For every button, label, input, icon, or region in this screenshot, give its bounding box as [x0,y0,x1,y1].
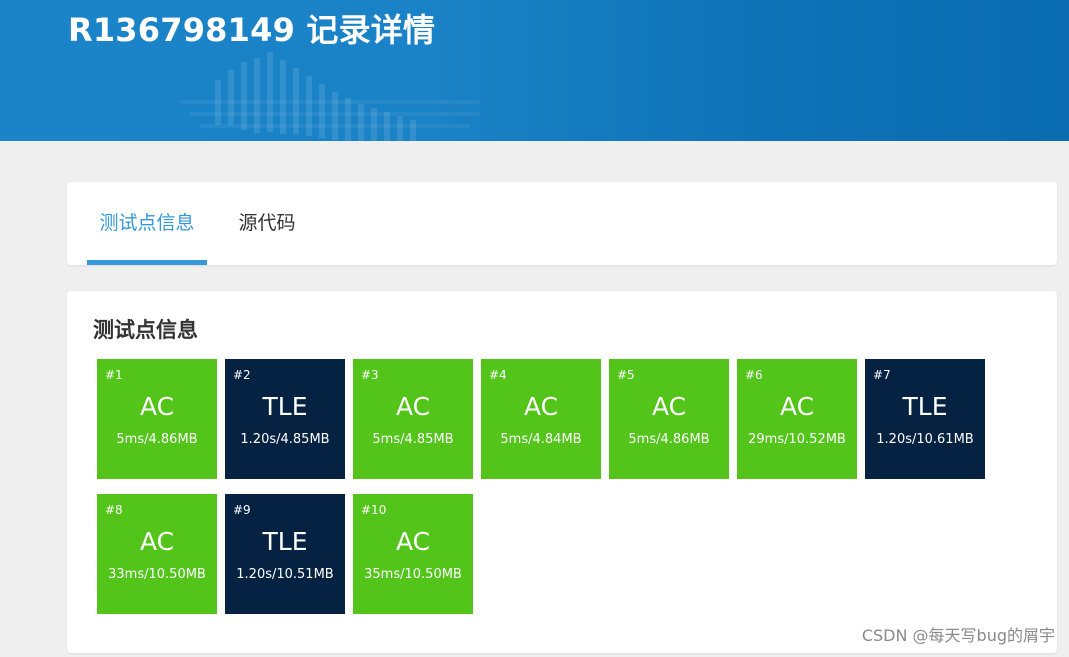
testcase-status: AC [523,392,559,421]
testcase-tile[interactable]: #4 AC 5ms/4.84MB [481,359,601,479]
testcase-tile[interactable]: #10 AC 35ms/10.50MB [353,494,473,614]
testcase-results-panel: 测试点信息 #1 AC 5ms/4.86MB #2 TLE 1.20s/4.85… [67,291,1057,653]
page-title: R136798149 记录详情 [68,11,436,49]
testcase-status: TLE [902,392,948,421]
testcase-number: #9 [233,503,251,517]
testcase-number: #2 [233,368,251,382]
testcase-tile[interactable]: #7 TLE 1.20s/10.61MB [865,359,985,479]
testcase-time-memory: 35ms/10.50MB [364,567,462,582]
testcase-number: #6 [745,368,763,382]
tab-source-code[interactable]: 源代码 [217,182,317,265]
testcase-tile[interactable]: #5 AC 5ms/4.86MB [609,359,729,479]
testcase-time-memory: 5ms/4.86MB [628,432,710,447]
testcase-status: AC [139,392,175,421]
testcase-status: AC [395,392,431,421]
testcase-number: #1 [105,368,123,382]
testcase-number: #5 [617,368,635,382]
testcase-status: AC [651,392,687,421]
testcase-time-memory: 1.20s/10.61MB [876,432,974,447]
page-header: R136798149 记录详情 [0,0,1069,141]
testcase-tile[interactable]: #3 AC 5ms/4.85MB [353,359,473,479]
testcase-number: #3 [361,368,379,382]
testcase-status: AC [779,392,815,421]
testcase-time-memory: 29ms/10.52MB [748,432,846,447]
testcase-status: TLE [262,392,308,421]
testcase-time-memory: 5ms/4.84MB [500,432,582,447]
testcase-time-memory: 33ms/10.50MB [108,567,206,582]
testcase-tile[interactable]: #1 AC 5ms/4.86MB [97,359,217,479]
testcase-status: AC [139,527,175,556]
watermark: CSDN @每天写bug的屑宇 [861,626,1055,645]
testcase-number: #4 [489,368,507,382]
tab-bar: 测试点信息 源代码 [67,182,1057,265]
testcase-tile[interactable]: #8 AC 33ms/10.50MB [97,494,217,614]
active-tab-indicator [87,260,207,265]
testcase-tile[interactable]: #9 TLE 1.20s/10.51MB [225,494,345,614]
testcase-tile[interactable]: #6 AC 29ms/10.52MB [737,359,857,479]
testcase-status: TLE [262,527,308,556]
testcase-number: #8 [105,503,123,517]
testcase-number: #10 [361,503,387,517]
tab-testcase-info[interactable]: 测试点信息 [87,182,207,265]
testcase-time-memory: 5ms/4.86MB [116,432,198,447]
testcase-tile[interactable]: #2 TLE 1.20s/4.85MB [225,359,345,479]
testcase-time-memory: 1.20s/10.51MB [236,567,334,582]
testcase-number: #7 [873,368,891,382]
section-title: 测试点信息 [93,318,198,342]
testcase-status: AC [395,527,431,556]
testcase-time-memory: 5ms/4.85MB [372,432,454,447]
testcase-time-memory: 1.20s/4.85MB [240,432,330,447]
